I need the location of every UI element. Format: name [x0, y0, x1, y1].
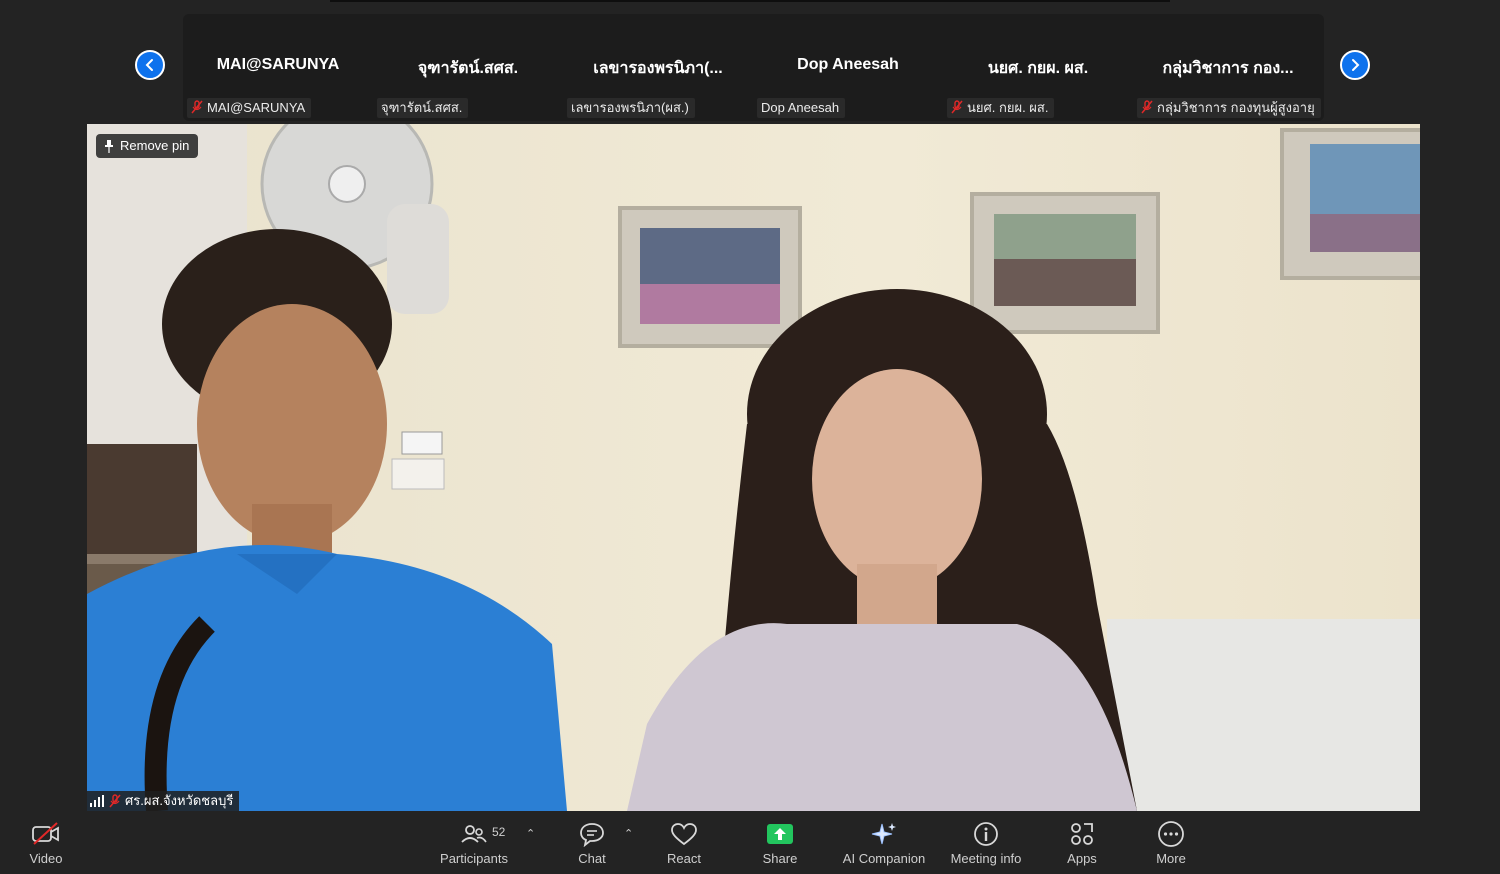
participant-label-text: เลขารองพรนิภา(ผส.): [571, 100, 689, 115]
participant-name-label: จุฑารัตน์.สศส.: [377, 98, 469, 118]
participant-tile[interactable]: กลุ่มวิชาการ กอง... กลุ่มวิชาการ กองทุนผ…: [1133, 14, 1323, 121]
participant-display-name: MAI@SARUNYA: [216, 56, 340, 73]
previous-page-button[interactable]: [135, 50, 165, 80]
participant-display-name: จุฑารัตน์.สศส.: [417, 60, 519, 77]
pinned-video-feed[interactable]: Remove pin ศร.ผส.จังหวัดชลบุรี: [87, 124, 1420, 811]
participant-label-text: Dop Aneesah: [761, 100, 840, 115]
participants-options-caret[interactable]: ⌃: [526, 827, 535, 840]
participant-label-text: จุฑารัตน์.สศส.: [381, 100, 463, 115]
share-screen-icon: [767, 824, 793, 844]
video-toggle-button[interactable]: Video: [22, 819, 70, 871]
share-label: Share: [762, 851, 798, 866]
top-divider: [330, 0, 1170, 2]
next-page-button[interactable]: [1340, 50, 1370, 80]
signal-strength-icon: [90, 795, 104, 807]
mic-muted-icon: [109, 794, 121, 808]
apps-button[interactable]: Apps: [1062, 819, 1102, 871]
participant-tile[interactable]: จุฑารัตน์.สศส. จุฑารัตน์.สศส.: [373, 14, 563, 121]
meeting-window: MAI@SARUNYA MAI@SARUNYA จุฑารัตน์.สศส. จ…: [0, 0, 1500, 874]
video-off-icon: [32, 822, 59, 845]
meeting-info-button[interactable]: Meeting info: [946, 819, 1026, 871]
info-icon: [974, 822, 998, 846]
participant-name-label: กลุ่มวิชาการ กองทุนผู้สูงอายุ: [1137, 98, 1321, 118]
meeting-toolbar: Video Participants 52 ⌃ Chat ⌃ React Sha…: [0, 811, 1500, 874]
participant-display-name: กลุ่มวิชาการ กอง...: [1162, 60, 1294, 77]
participant-label-text: กลุ่มวิชาการ กองทุนผู้สูงอายุ: [1157, 100, 1315, 115]
participants-label: Participants: [440, 851, 508, 866]
speaker-name: ศร.ผส.จังหวัดชลบุรี: [125, 793, 234, 808]
apps-icon: [1071, 823, 1093, 845]
video-label: Video: [29, 851, 63, 866]
react-label: React: [667, 851, 701, 866]
participant-tile[interactable]: Dop Aneesah Dop Aneesah: [753, 14, 943, 121]
more-label: More: [1156, 851, 1186, 866]
participant-label-text: นยศ. กยผ. ผส.: [967, 100, 1049, 115]
apps-label: Apps: [1067, 851, 1097, 866]
participant-display-name: เลขารองพรนิภา(...: [593, 60, 723, 77]
participant-display-name: Dop Aneesah: [797, 56, 899, 73]
participants-count: 52: [492, 825, 506, 839]
participant-tile[interactable]: นยศ. กยผ. ผส. นยศ. กยผ. ผส.: [943, 14, 1133, 121]
chevron-left-icon: [145, 59, 153, 71]
participant-display-name: นยศ. กยผ. ผส.: [987, 60, 1089, 77]
participant-name-label: MAI@SARUNYA: [187, 98, 312, 118]
remove-pin-label: Remove pin: [120, 138, 190, 153]
participant-name-label: Dop Aneesah: [757, 98, 846, 118]
chevron-right-icon: [1352, 59, 1360, 71]
participant-tile[interactable]: เลขารองพรนิภา(... เลขารองพรนิภา(ผส.): [563, 14, 753, 121]
chat-icon: [580, 823, 604, 847]
video-scene: [87, 124, 1420, 811]
participant-name-label: นยศ. กยผ. ผส.: [947, 98, 1055, 118]
pin-icon: [105, 139, 113, 153]
meeting-info-label: Meeting info: [950, 851, 1022, 866]
more-button[interactable]: More: [1150, 819, 1192, 871]
participant-thumbnail-strip: MAI@SARUNYA MAI@SARUNYA จุฑารัตน์.สศส. จ…: [183, 14, 1324, 121]
chat-options-caret[interactable]: ⌃: [624, 827, 633, 840]
participant-tile[interactable]: MAI@SARUNYA MAI@SARUNYA: [183, 14, 373, 121]
chat-label: Chat: [578, 851, 606, 866]
active-speaker-name-tag: ศร.ผส.จังหวัดชลบุรี: [87, 791, 240, 811]
ai-companion-button[interactable]: AI Companion: [838, 819, 930, 871]
sparkle-icon: [871, 823, 896, 845]
heart-icon: [671, 823, 697, 846]
more-icon: [1158, 821, 1184, 847]
chat-button[interactable]: Chat: [572, 819, 612, 871]
mic-muted-icon: [191, 100, 203, 114]
participants-icon: [461, 825, 487, 843]
react-button[interactable]: React: [662, 819, 706, 871]
ai-companion-label: AI Companion: [842, 851, 926, 866]
mic-muted-icon: [951, 100, 963, 114]
participant-name-label: เลขารองพรนิภา(ผส.): [567, 98, 695, 118]
remove-pin-button[interactable]: Remove pin: [96, 134, 199, 158]
mic-muted-icon: [1141, 100, 1153, 114]
participant-label-text: MAI@SARUNYA: [207, 100, 306, 115]
share-button[interactable]: Share: [758, 819, 802, 871]
